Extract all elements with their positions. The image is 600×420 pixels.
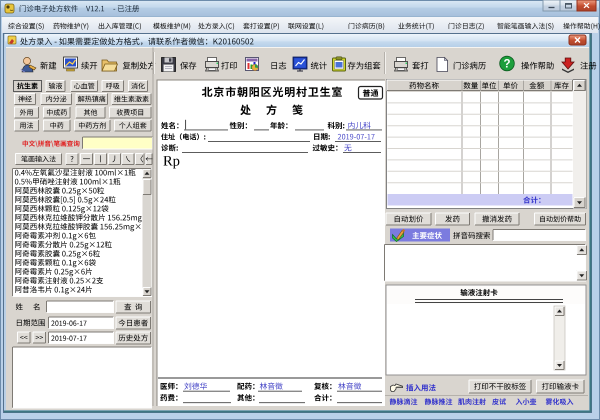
svg-text:?: ? (503, 59, 510, 71)
